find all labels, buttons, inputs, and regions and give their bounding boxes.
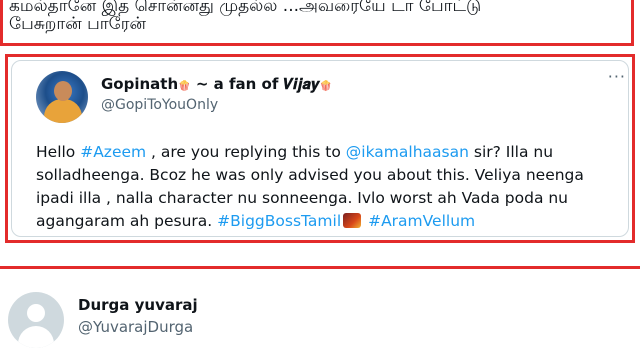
display-name-text: Gopinath [101,75,179,93]
avatar-body-shape [44,99,82,123]
hashtag-aramvellum-link[interactable]: #AramVellum [368,212,475,230]
quoted-display-name[interactable]: Gopinath🍿 ~ a fan of 𝑽𝒊𝒋𝒂𝒚🍿 [101,75,332,93]
hashtag-biggbosstamil-link[interactable]: #BiggBossTamil [217,212,341,230]
mention-ikamalhaasan-link[interactable]: @ikamalhaasan [346,143,469,161]
quoted-tweet-card[interactable]: ··· Gopinath🍿 ~ a fan of 𝑽𝒊𝒋𝒂𝒚🍿 @GopiToY… [5,54,635,243]
display-name-fan-of: 𝑽𝒊𝒋𝒂𝒚 [283,75,320,93]
tweet-text-part-1: , are you replying this to [146,143,346,161]
highlight-divider [0,266,640,269]
previous-tweet-highlight: கமல்தானே இத சொன்னது முதல்ல ...அவரையே டா … [0,0,634,46]
previous-tweet-line-2: பேசுறான் பாரேன் [9,14,147,34]
avatar-face-shape [54,81,72,101]
default-avatar-icon[interactable] [8,292,64,348]
avatar-head-shape [27,304,45,322]
biggboss-hashflag-icon [343,213,362,228]
popcorn-icon: 🍿 [319,81,333,92]
tweet-text-hello: Hello [36,143,81,161]
hashtag-azeem-link[interactable]: #Azeem [80,143,146,161]
more-icon[interactable]: ··· [608,67,626,86]
avatar[interactable] [36,71,88,123]
reply-handle[interactable]: @YuvarajDurga [78,318,193,336]
popcorn-icon: 🍿 [178,81,191,92]
avatar-shoulders-shape [18,326,54,348]
quoted-tweet-text: Hello #Azeem , are you replying this to … [36,141,616,233]
display-name-suffix: ~ a fan of [195,75,279,93]
quoted-handle[interactable]: @GopiToYouOnly [101,97,218,113]
reply-display-name[interactable]: Durga yuvaraj [78,296,198,314]
